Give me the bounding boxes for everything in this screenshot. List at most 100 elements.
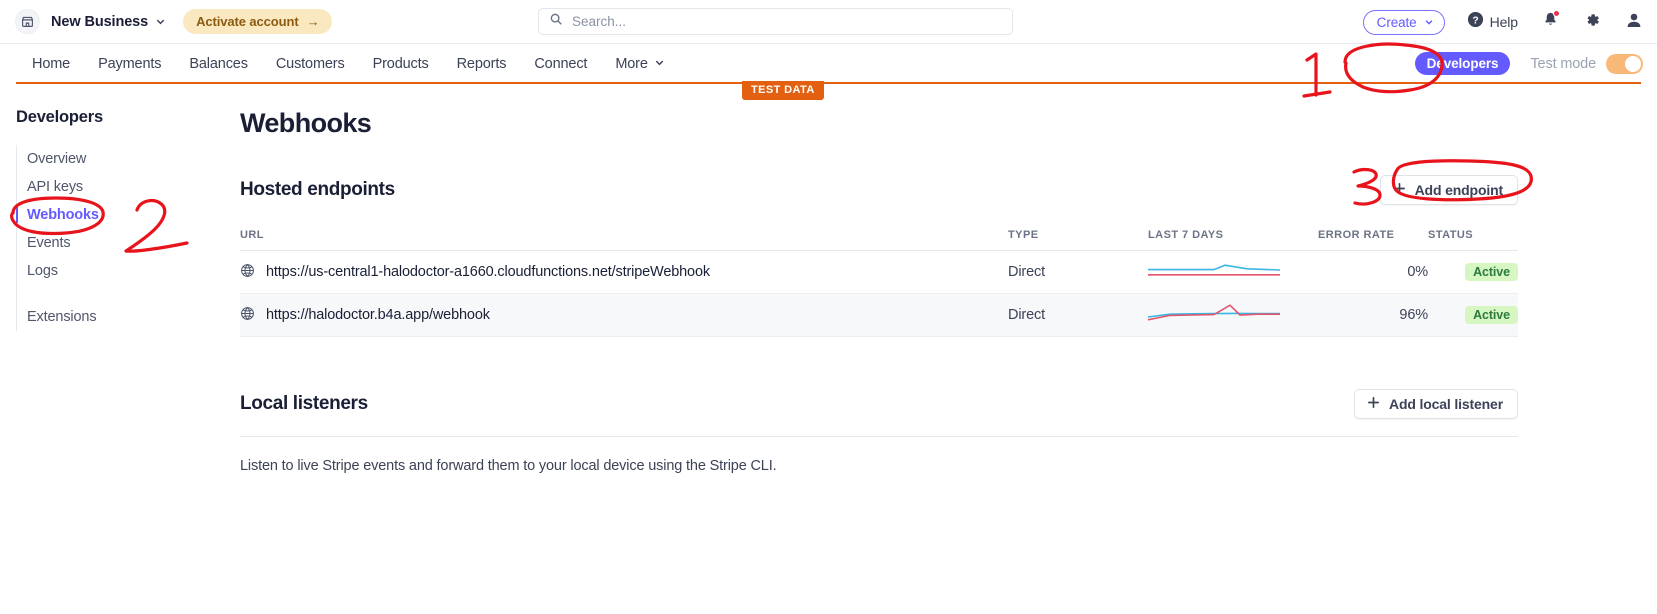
test-mode-label: Test mode — [1530, 56, 1596, 72]
table-header: URL TYPE LAST 7 DAYS ERROR RATE STATUS — [240, 229, 1518, 251]
local-listeners-divider — [240, 436, 1518, 437]
test-data-banner: TEST DATA — [742, 81, 824, 100]
endpoint-url-cell[interactable]: https://us-central1-halodoctor-a1660.clo… — [240, 251, 1008, 294]
endpoint-url-cell[interactable]: https://halodoctor.b4a.app/webhook — [240, 294, 1008, 337]
add-local-listener-button[interactable]: Add local listener — [1354, 389, 1518, 419]
sidebar-item-label: API keys — [27, 179, 83, 195]
activate-account-label: Activate account — [196, 14, 298, 29]
sidebar-item-api-keys[interactable]: API keys — [27, 173, 226, 201]
local-listeners-title: Local listeners — [240, 393, 368, 415]
nav-item-payments[interactable]: Payments — [84, 56, 175, 72]
create-label: Create — [1377, 15, 1417, 30]
user-account-button[interactable] — [1625, 11, 1643, 34]
add-local-listener-label: Add local listener — [1389, 396, 1503, 412]
add-endpoint-label: Add endpoint — [1415, 182, 1503, 198]
developers-sidebar: Developers Overview API keys Webhooks Ev… — [16, 108, 226, 331]
add-endpoint-button[interactable]: Add endpoint — [1380, 175, 1518, 205]
chevron-down-icon — [1424, 15, 1434, 30]
nav-item-balances[interactable]: Balances — [175, 56, 261, 72]
sidebar-item-overview[interactable]: Overview — [27, 145, 226, 173]
table-header-row: URL TYPE LAST 7 DAYS ERROR RATE STATUS — [240, 229, 1518, 251]
store-icon — [15, 9, 40, 34]
column-header-type: TYPE — [1008, 229, 1148, 251]
endpoint-error-rate: 0% — [1318, 251, 1428, 294]
nav-item-label: Connect — [534, 56, 587, 72]
primary-nav: Home Payments Balances Customers Product… — [0, 44, 1657, 83]
table-row[interactable]: https://halodoctor.b4a.app/webhook Direc… — [240, 294, 1518, 337]
notification-badge-dot — [1553, 10, 1560, 17]
sidebar-item-events[interactable]: Events — [27, 229, 226, 257]
nav-item-customers[interactable]: Customers — [262, 56, 359, 72]
chevron-down-icon — [155, 16, 166, 27]
top-bar-actions: Create ? Help — [1363, 0, 1643, 44]
sidebar-item-extensions[interactable]: Extensions — [27, 303, 226, 331]
settings-gear-icon — [1583, 11, 1601, 34]
search-icon — [549, 12, 563, 31]
test-mode-toggle[interactable] — [1606, 54, 1643, 74]
endpoint-url: https://us-central1-halodoctor-a1660.clo… — [266, 264, 710, 280]
globe-icon — [240, 306, 255, 325]
error-rate-value: 0% — [1407, 264, 1428, 280]
sidebar-item-label: Logs — [27, 263, 58, 279]
settings-button[interactable] — [1583, 11, 1601, 34]
hosted-endpoints-table: URL TYPE LAST 7 DAYS ERROR RATE STATUS — [240, 229, 1518, 337]
developers-badge[interactable]: Developers — [1415, 52, 1511, 75]
endpoint-sparkline — [1148, 294, 1318, 337]
page-title: Webhooks — [240, 108, 1518, 139]
svg-text:?: ? — [1472, 15, 1478, 26]
nav-item-list: Home Payments Balances Customers Product… — [18, 56, 679, 72]
sidebar-item-list: Overview API keys Webhooks Events Logs E… — [16, 145, 226, 331]
help-circle-icon: ? — [1467, 11, 1484, 33]
nav-item-connect[interactable]: Connect — [520, 56, 601, 72]
sidebar-item-label: Webhooks — [27, 207, 99, 223]
column-header-error-rate: ERROR RATE — [1318, 229, 1428, 251]
search-input[interactable]: Search... — [538, 8, 1013, 35]
hosted-endpoints-header: Hosted endpoints Add endpoint — [240, 175, 1518, 205]
sparkline-chart-row-2 — [1148, 303, 1280, 323]
endpoint-sparkline — [1148, 251, 1318, 294]
nav-item-label: Payments — [98, 56, 161, 72]
nav-right-group: Developers Test mode — [1415, 44, 1643, 83]
endpoint-error-rate: 96% — [1318, 294, 1428, 337]
nav-item-reports[interactable]: Reports — [443, 56, 521, 72]
help-label: Help — [1490, 14, 1518, 30]
notifications-button[interactable] — [1542, 11, 1559, 33]
nav-item-home[interactable]: Home — [18, 56, 84, 72]
main-content: Webhooks Hosted endpoints Add endpoint U… — [240, 108, 1518, 474]
search-placeholder: Search... — [572, 14, 626, 29]
nav-item-label: Customers — [276, 56, 345, 72]
user-account-icon — [1625, 11, 1643, 34]
globe-icon — [240, 263, 255, 282]
nav-item-products[interactable]: Products — [359, 56, 443, 72]
sparkline-chart-row-1 — [1148, 260, 1280, 280]
local-listeners-header: Local listeners Add local listener — [240, 389, 1518, 419]
error-rate-value: 96% — [1399, 307, 1428, 323]
sidebar-item-label: Overview — [27, 151, 86, 167]
step-1-numeral-base — [1304, 92, 1330, 96]
nav-item-label: Products — [373, 56, 429, 72]
status-badge: Active — [1465, 306, 1518, 324]
nav-item-label: More — [615, 56, 647, 72]
nav-item-more[interactable]: More — [601, 56, 678, 72]
nav-item-label: Home — [32, 56, 70, 72]
plus-icon — [1393, 182, 1406, 198]
stripe-dashboard-window: New Business Activate account → Search..… — [0, 0, 1657, 614]
account-name: New Business — [51, 14, 148, 30]
toggle-knob — [1625, 56, 1641, 72]
create-button[interactable]: Create — [1363, 10, 1445, 35]
sidebar-item-logs[interactable]: Logs — [27, 257, 226, 285]
help-button[interactable]: ? Help — [1467, 11, 1518, 33]
account-switcher[interactable]: New Business — [15, 9, 166, 34]
top-bar: New Business Activate account → Search..… — [0, 0, 1657, 44]
activate-account-button[interactable]: Activate account → — [183, 9, 332, 34]
test-mode-divider — [16, 82, 1641, 84]
local-listeners-description: Listen to live Stripe events and forward… — [240, 458, 1518, 474]
sidebar-title: Developers — [16, 108, 226, 127]
endpoint-type: Direct — [1008, 251, 1148, 294]
status-badge: Active — [1465, 263, 1518, 281]
sidebar-item-webhooks[interactable]: Webhooks — [27, 201, 226, 229]
column-header-url: URL — [240, 229, 1008, 251]
local-listeners-section: Local listeners Add local listener Liste… — [240, 389, 1518, 474]
table-row[interactable]: https://us-central1-halodoctor-a1660.clo… — [240, 251, 1518, 294]
sidebar-item-label: Events — [27, 235, 70, 251]
